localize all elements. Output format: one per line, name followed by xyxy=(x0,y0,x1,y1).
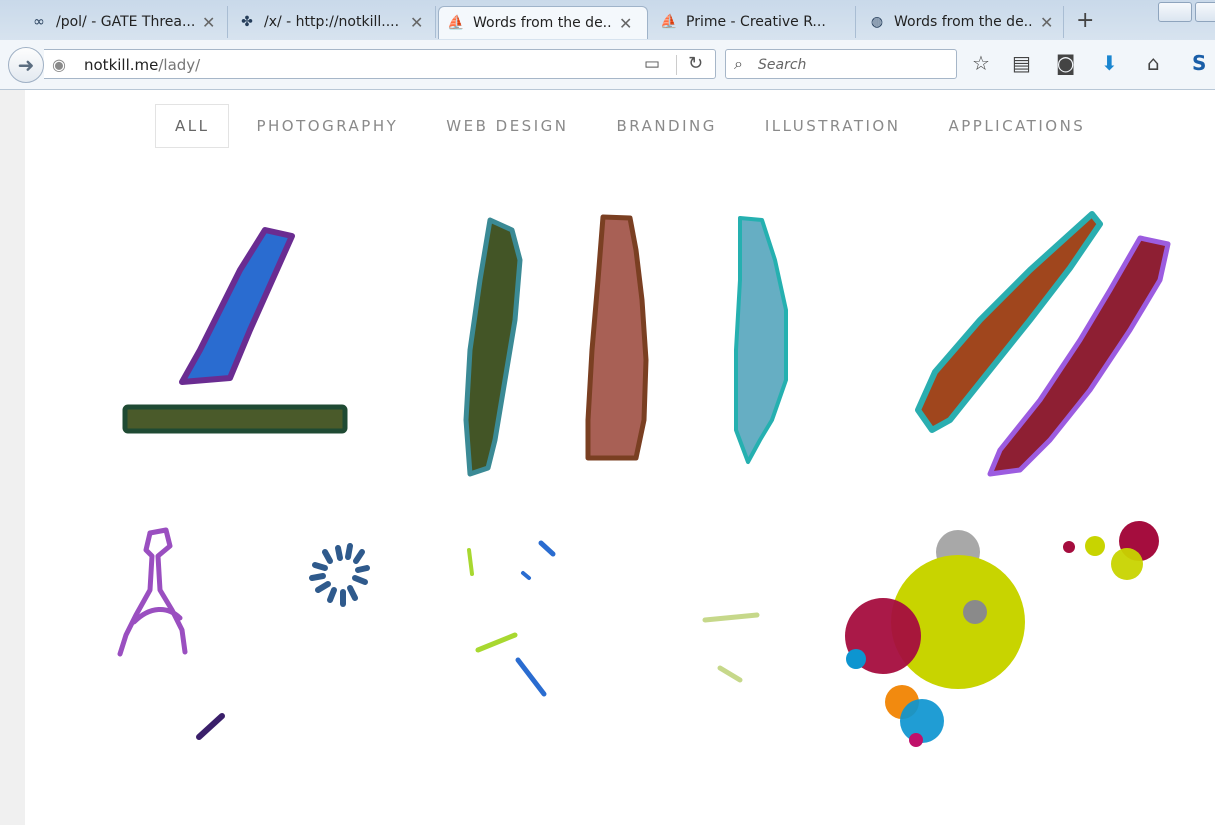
url-host: notkill.me xyxy=(84,56,159,74)
star-icon[interactable]: ☆ xyxy=(972,51,990,75)
arrow-left-icon: ➜ xyxy=(17,53,35,77)
tab-label: Prime - Creative R... xyxy=(686,14,826,30)
ship-icon: ⛵ xyxy=(660,14,678,30)
divider xyxy=(676,55,677,75)
tab-words-active[interactable]: ⛵ Words from the de... ✕ xyxy=(438,6,648,39)
home-icon[interactable]: ⌂ xyxy=(1147,51,1160,75)
close-icon[interactable]: ✕ xyxy=(410,13,423,32)
url-path: /lady/ xyxy=(158,56,201,74)
olive-stroke-shape[interactable] xyxy=(463,217,523,477)
minimize-button[interactable] xyxy=(1158,2,1192,22)
bubble-cluster-shape[interactable] xyxy=(845,521,1159,747)
back-button[interactable]: ➜ xyxy=(8,47,44,83)
sync-icon[interactable]: S xyxy=(1192,51,1206,75)
url-bar[interactable]: ◉ notkill.me/lady/ ▭ ↻ xyxy=(44,49,716,79)
search-icon: ⌕ xyxy=(734,54,743,73)
page-content: ALL PHOTOGRAPHY WEB DESIGN BRANDING ILLU… xyxy=(0,90,1215,825)
close-icon[interactable]: ✕ xyxy=(1040,13,1053,32)
navigation-bar: ➜ ◉ notkill.me/lady/ ▭ ↻ ⌕ Search ☆ ▤ ◙ … xyxy=(0,40,1215,90)
pocket-icon[interactable]: ◙ xyxy=(1056,51,1075,75)
maximize-button[interactable] xyxy=(1195,2,1215,22)
search-placeholder: Search xyxy=(758,57,807,73)
tab-label: Words from the de... xyxy=(473,15,613,31)
tab-strip: ∞ /pol/ - GATE Threa... ✕ ✤ /x/ - http:/… xyxy=(0,0,1215,40)
ship-icon: ⛵ xyxy=(447,15,465,31)
rose-stroke-shape[interactable] xyxy=(585,214,649,461)
reading-list-icon[interactable]: ▤ xyxy=(1012,51,1031,75)
tab-pol[interactable]: ∞ /pol/ - GATE Threa... ✕ xyxy=(22,6,228,38)
clover-icon: ✤ xyxy=(241,14,253,30)
light-blue-stroke-shape[interactable] xyxy=(734,216,788,464)
url-text[interactable]: notkill.me/lady/ xyxy=(84,56,200,74)
tab-prime[interactable]: ⛵ Prime - Creative R... xyxy=(652,6,856,38)
browser-chrome: ∞ /pol/ - GATE Threa... ✕ ✤ /x/ - http:/… xyxy=(0,0,1215,90)
reader-view-icon[interactable]: ▭ xyxy=(644,54,660,74)
download-icon[interactable]: ⬇ xyxy=(1101,51,1118,75)
scattered-strokes-shape[interactable] xyxy=(196,540,760,740)
infinity-icon: ∞ xyxy=(33,14,45,30)
new-tab-button[interactable]: + xyxy=(1076,8,1094,33)
olive-bar-shape[interactable] xyxy=(122,404,348,434)
portfolio-artwork xyxy=(117,211,1171,747)
search-input[interactable]: ⌕ Search xyxy=(725,49,957,79)
tab-label: /pol/ - GATE Threa... xyxy=(56,14,196,30)
close-icon[interactable]: ✕ xyxy=(619,14,632,33)
purple-doodle-shape[interactable] xyxy=(117,527,188,657)
reload-icon[interactable]: ↻ xyxy=(688,53,703,74)
tab-words-2[interactable]: ◍ Words from the de... ✕ xyxy=(860,6,1064,38)
globe-icon: ◉ xyxy=(52,55,66,74)
maroon-stroke-shape[interactable] xyxy=(987,235,1171,477)
blue-stroke-shape[interactable] xyxy=(179,227,295,385)
tab-label: /x/ - http://notkill.... xyxy=(264,14,400,30)
tab-label: Words from the de... xyxy=(894,14,1034,30)
tab-x[interactable]: ✤ /x/ - http://notkill.... ✕ xyxy=(230,6,436,38)
close-icon[interactable]: ✕ xyxy=(202,13,215,32)
blue-dash-ring-shape[interactable] xyxy=(309,543,370,607)
globe-page-icon: ◍ xyxy=(870,14,884,30)
